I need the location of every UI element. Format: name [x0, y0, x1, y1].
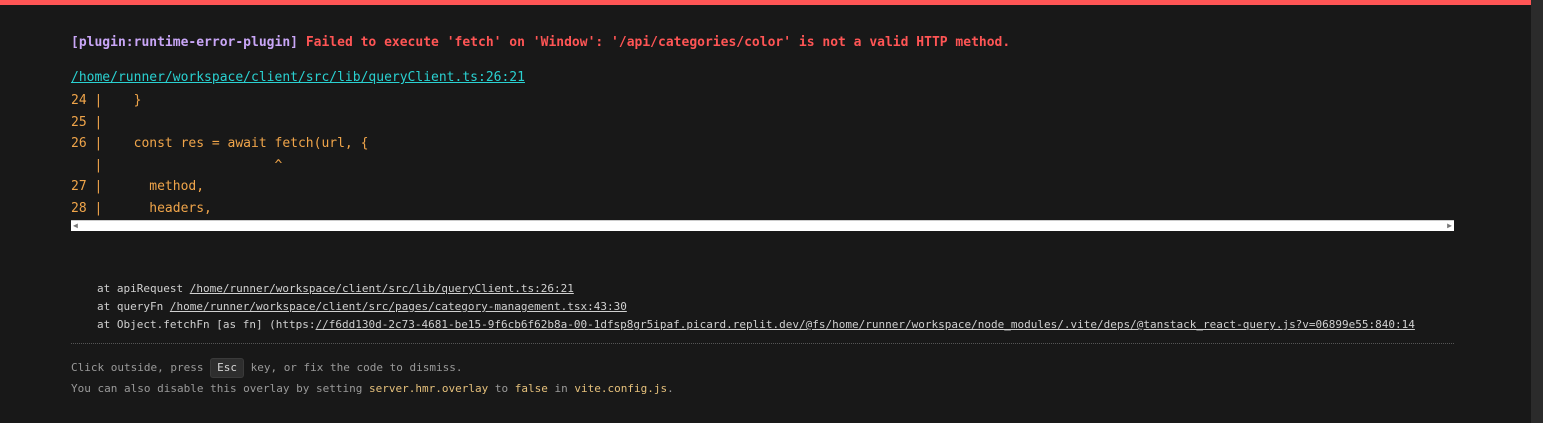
plugin-name: [plugin:runtime-error-plugin]	[71, 35, 298, 50]
stack-line: at apiRequest /home/runner/workspace/cli…	[97, 282, 574, 295]
esc-key: Esc	[210, 358, 244, 378]
tip-line-disable: You can also disable this overlay by set…	[71, 382, 674, 395]
error-title: [plugin:runtime-error-plugin] Failed to …	[71, 35, 1010, 50]
code-line: 24 | }	[71, 93, 142, 108]
stack-file-link[interactable]: //f6dd130d-2c73-4681-be15-9f6cb6f62b8a-0…	[316, 318, 1415, 331]
config-option: server.hmr.overlay	[369, 382, 489, 395]
code-line-caret: | ^	[71, 157, 283, 173]
horizontal-scrollbar[interactable]: ◀ ▶	[71, 220, 1454, 231]
tip-line-dismiss: Click outside, press Esc key, or fix the…	[71, 357, 674, 378]
code-frame: 24 | } 25 | 26 | const res = await fetch…	[71, 90, 1453, 219]
scroll-right-arrow-icon[interactable]: ▶	[1447, 221, 1452, 231]
code-line: 25 |	[71, 114, 103, 130]
scroll-left-arrow-icon[interactable]: ◀	[73, 221, 78, 231]
dismiss-tip: Click outside, press Esc key, or fix the…	[71, 357, 674, 399]
error-message: Failed to execute 'fetch' on 'Window': '…	[305, 35, 1011, 50]
stack-trace: at apiRequest /home/runner/workspace/cli…	[97, 280, 1415, 334]
vertical-scrollbar[interactable]	[1531, 0, 1543, 423]
stack-file-link[interactable]: /home/runner/workspace/client/src/pages/…	[170, 300, 627, 313]
code-line: 28 | headers,	[71, 200, 212, 216]
stack-file-link[interactable]: /home/runner/workspace/client/src/lib/qu…	[190, 282, 574, 295]
code-line: 26 | const res = await fetch(url, {	[71, 136, 369, 151]
stack-line: at queryFn /home/runner/workspace/client…	[97, 300, 627, 313]
divider	[71, 343, 1454, 344]
code-line: 27 | method,	[71, 179, 205, 194]
file-link[interactable]: /home/runner/workspace/client/src/lib/qu…	[71, 70, 525, 85]
stack-line: at Object.fetchFn [as fn] (https://f6dd1…	[97, 318, 1415, 331]
error-accent-bar	[0, 0, 1531, 5]
config-value: false	[514, 382, 548, 395]
config-file: vite.config.js	[574, 382, 668, 395]
